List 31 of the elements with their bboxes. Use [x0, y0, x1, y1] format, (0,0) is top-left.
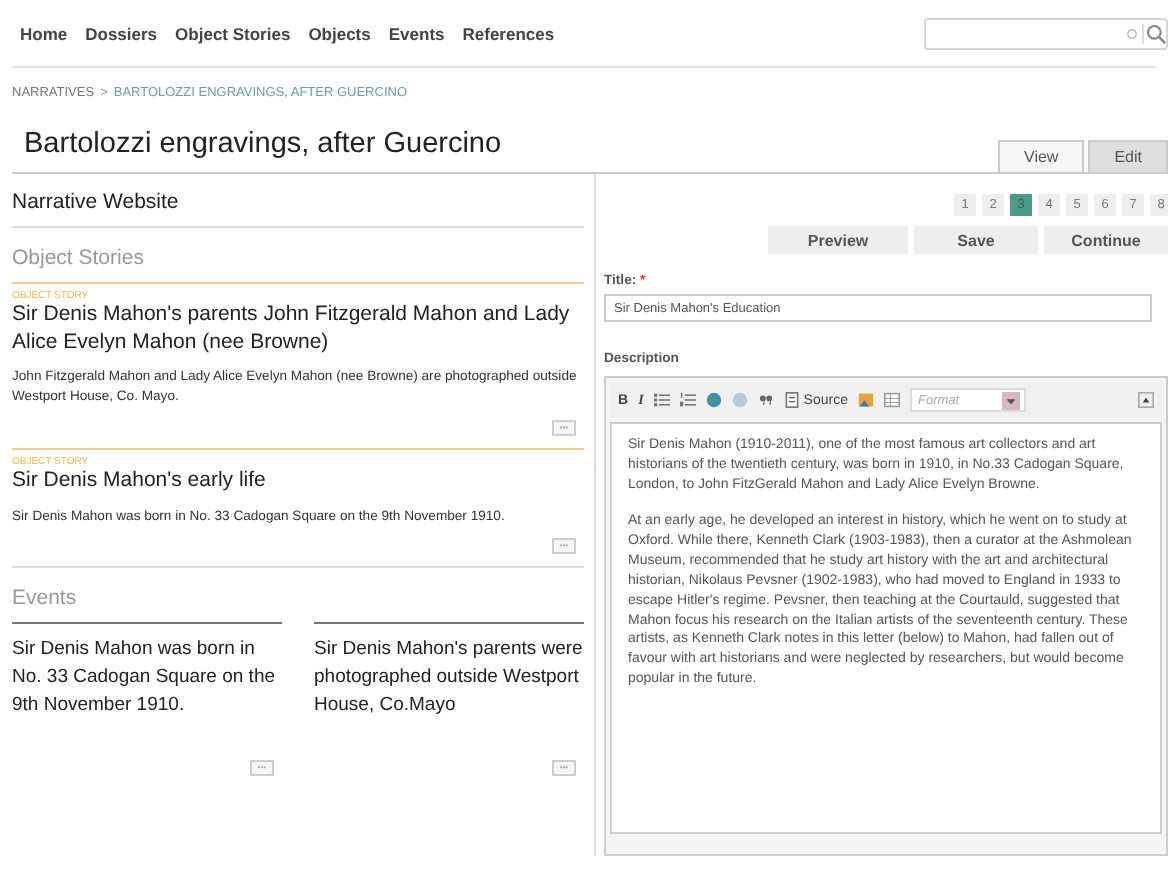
nav-link[interactable]: References: [462, 23, 555, 43]
action-button[interactable]: Preview: [768, 226, 908, 254]
nav-link[interactable]: Objects: [308, 23, 371, 43]
search-field[interactable]: [924, 17, 1168, 49]
page-title: Bartolozzi engravings, after Guercino: [24, 128, 502, 160]
table-icon[interactable]: [883, 392, 900, 408]
quote-icon[interactable]: [757, 392, 774, 408]
caret-icon: [1001, 391, 1020, 409]
view-tab[interactable]: Edit: [1088, 140, 1168, 172]
action-button[interactable]: Continue: [1044, 226, 1168, 254]
document-icon: [783, 392, 800, 408]
bullet-list-icon[interactable]: [653, 392, 670, 408]
event-title[interactable]: Sir Denis Mahon's parents were photographed outside Westport House, Co.Mayo: [314, 636, 584, 733]
section-title: Narrative Website: [12, 174, 584, 228]
nav-link[interactable]: Object Stories: [175, 23, 291, 43]
nav-link[interactable]: Dossiers: [85, 23, 158, 43]
collapse-icon[interactable]: [1138, 392, 1154, 408]
search-icon[interactable]: [1142, 23, 1166, 43]
nav-link[interactable]: Events: [388, 23, 445, 43]
story-title[interactable]: Sir Denis Mahon's early life: [12, 467, 584, 496]
nav-link[interactable]: Home: [20, 23, 68, 43]
event-title[interactable]: Sir Denis Mahon was born in No. 33 Cadogan Square on the 9th November 1910.: [12, 636, 282, 733]
description-editor[interactable]: [610, 422, 1162, 834]
story-title[interactable]: Sir Denis Mahon's parents John Fitzgerald Mahon and Lady Alice Evelyn Mahon (nee Browne): [12, 302, 584, 357]
view-tab[interactable]: View: [998, 140, 1085, 172]
numbered-list-icon[interactable]: [679, 392, 696, 408]
section-heading: Object Stories: [12, 244, 146, 274]
image-icon[interactable]: [857, 392, 874, 408]
section-heading: Events: [12, 566, 584, 623]
clear-icon[interactable]: [1126, 27, 1138, 39]
action-button[interactable]: Save: [914, 226, 1038, 254]
